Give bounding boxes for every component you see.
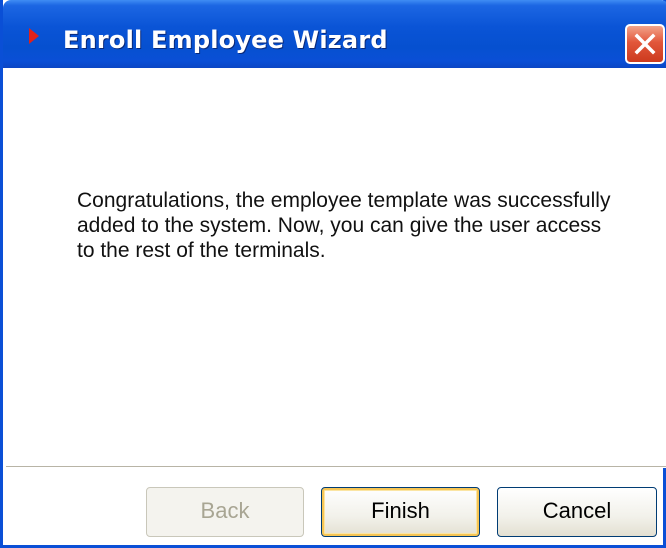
back-button[interactable]: Back <box>146 487 304 537</box>
title-bar[interactable]: Enroll Employee Wizard <box>3 0 666 68</box>
wizard-window: Enroll Employee Wizard Congratulations, … <box>0 0 666 548</box>
close-icon <box>634 33 656 55</box>
footer-divider <box>6 466 666 468</box>
close-button[interactable] <box>625 24 665 64</box>
completion-message: Congratulations, the employee template w… <box>77 189 611 262</box>
wizard-content <box>6 68 666 466</box>
red-arrow-icon <box>29 28 39 44</box>
cancel-button[interactable]: Cancel <box>497 487 657 537</box>
window-title: Enroll Employee Wizard <box>63 26 388 54</box>
finish-button[interactable]: Finish <box>321 487 480 537</box>
